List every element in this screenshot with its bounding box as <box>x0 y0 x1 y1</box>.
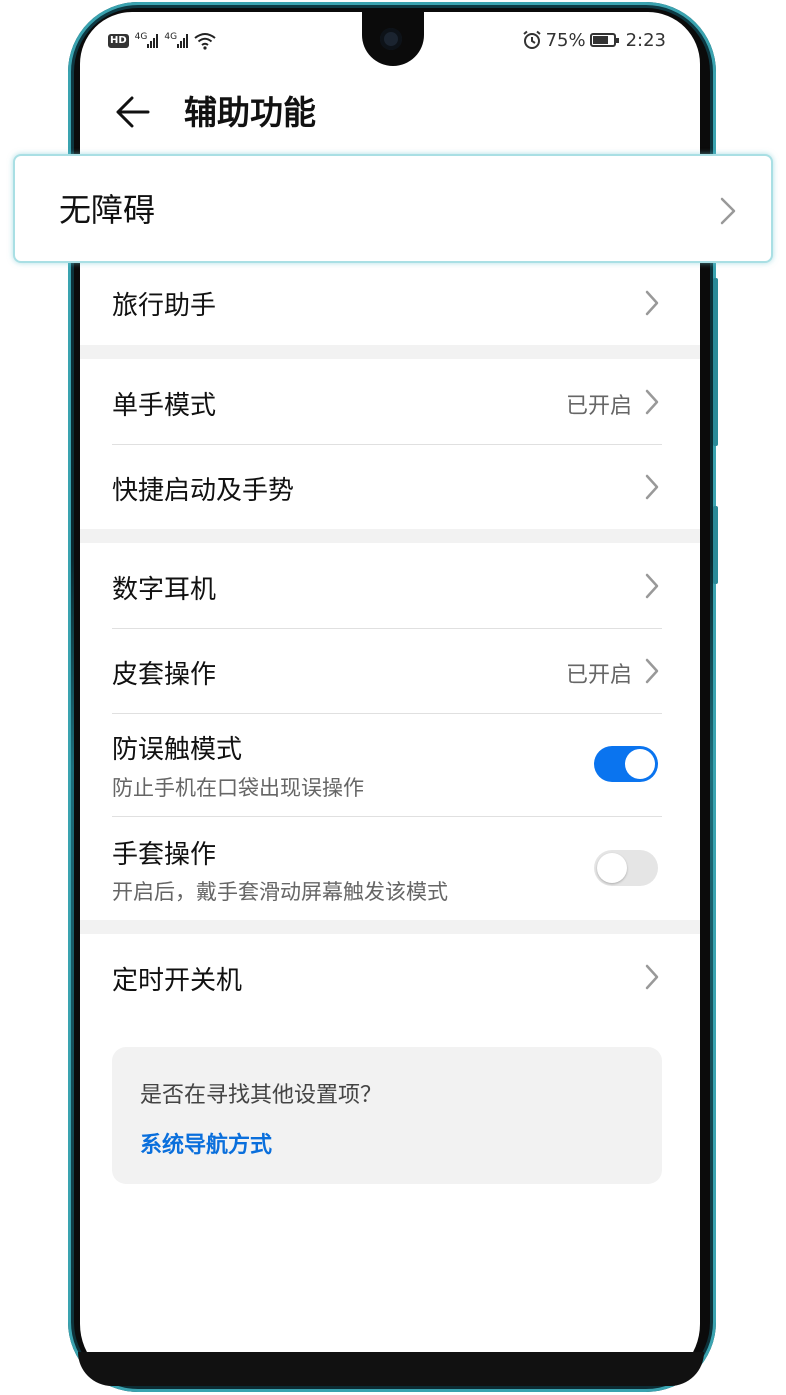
chevron-right-icon <box>645 389 659 415</box>
bottom-bezel <box>78 1352 704 1386</box>
alarm-icon <box>522 30 541 49</box>
list-item-subtitle: 防止手机在口袋出现误操作 <box>112 776 364 800</box>
list-item-label: 单手模式 <box>112 391 217 421</box>
list-item-accidental-touch-mode: 防误触模式 防止手机在口袋出现误操作 <box>80 713 700 816</box>
signal-icon <box>147 34 159 48</box>
page-title: 辅助功能 <box>184 93 316 132</box>
list-item-label: 旅行助手 <box>112 291 217 321</box>
section-gap <box>80 920 700 934</box>
wifi-icon <box>194 33 216 50</box>
section-gap <box>80 345 700 359</box>
back-arrow-icon[interactable] <box>112 92 152 132</box>
chevron-right-icon <box>645 658 659 684</box>
list-item-glove-mode: 手套操作 开启后，戴手套滑动屏幕触发该模式 <box>80 816 700 920</box>
list-item-label: 数字耳机 <box>112 575 217 605</box>
list-item-one-handed-mode[interactable]: 单手模式 已开启 <box>80 359 700 444</box>
volume-key <box>713 278 718 446</box>
suggestion-card: 是否在寻找其他设置项？ 系统导航方式 <box>112 1047 662 1184</box>
signal-icon <box>177 34 189 48</box>
status-value: 已开启 <box>565 394 632 419</box>
status-time: 2:23 <box>625 29 666 51</box>
accidental-touch-toggle[interactable] <box>594 746 658 782</box>
list-item-label: 皮套操作 <box>112 660 217 690</box>
list-item-subtitle: 开启后，戴手套滑动屏幕触发该模式 <box>112 880 448 904</box>
status-bar-right: 75% 2:23 <box>522 28 666 52</box>
list-item-cover-operation[interactable]: 皮套操作 已开启 <box>80 628 700 713</box>
list-item-label: 快捷启动及手势 <box>112 476 295 506</box>
section-gap <box>80 529 700 543</box>
network-type-1: 4G <box>134 32 148 42</box>
list-item-travel-assistant[interactable]: 旅行助手 <box>80 263 700 345</box>
list-item-label: 手套操作 <box>112 840 217 870</box>
suggestion-question: 是否在寻找其他设置项？ <box>140 1083 383 1108</box>
battery-icon <box>589 33 619 47</box>
system-navigation-link[interactable]: 系统导航方式 <box>140 1127 272 1159</box>
status-value: 已开启 <box>565 663 632 688</box>
list-item-label: 定时开关机 <box>112 966 243 996</box>
chevron-right-icon <box>645 290 659 316</box>
chevron-right-icon <box>645 573 659 599</box>
battery-percent: 75% <box>545 29 586 51</box>
front-camera <box>380 28 402 50</box>
status-bar-left: HD 4G 4G <box>108 30 216 52</box>
chevron-right-icon <box>645 474 659 500</box>
chevron-right-icon <box>645 964 659 990</box>
glove-mode-toggle[interactable] <box>594 850 658 886</box>
list-item-digital-earphones[interactable]: 数字耳机 <box>80 543 700 628</box>
list-item-accessibility[interactable]: 无障碍 <box>13 154 773 263</box>
list-item-label: 无障碍 <box>59 191 156 229</box>
list-item-scheduled-power[interactable]: 定时开关机 <box>80 934 700 1019</box>
list-item-quick-launch-gestures[interactable]: 快捷启动及手势 <box>80 444 700 529</box>
chevron-right-icon <box>720 197 736 225</box>
list-item-label: 防误触模式 <box>112 735 243 765</box>
hd-badge: HD <box>108 34 129 48</box>
network-type-2: 4G <box>164 32 178 42</box>
power-key <box>713 506 718 584</box>
